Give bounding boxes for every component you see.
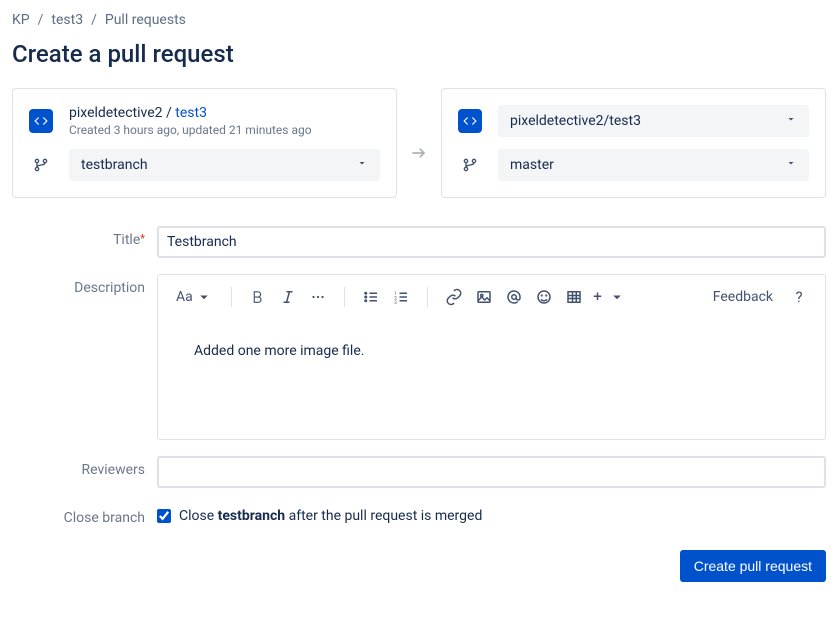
table-button[interactable] [560, 283, 588, 311]
link-button[interactable] [440, 283, 468, 311]
breadcrumb: KP / test3 / Pull requests [12, 12, 826, 28]
chevron-down-icon [785, 157, 797, 173]
breadcrumb-item-prs[interactable]: Pull requests [105, 12, 186, 28]
description-textarea[interactable]: Added one more image file. [158, 319, 825, 439]
bullet-list-button[interactable] [357, 283, 385, 311]
help-button[interactable]: ? [785, 288, 813, 306]
chevron-down-icon [356, 157, 368, 173]
source-branch-select[interactable]: testbranch [69, 149, 380, 181]
number-list-button[interactable]: 123 [387, 283, 415, 311]
reviewers-input[interactable] [157, 456, 826, 488]
reviewers-label: Reviewers [12, 456, 157, 478]
feedback-button[interactable]: Feedback [705, 289, 781, 305]
dest-card: pixeldetective2/test3 master [441, 88, 826, 198]
create-pr-button[interactable]: Create pull request [680, 550, 826, 582]
emoji-button[interactable] [530, 283, 558, 311]
breadcrumb-sep: / [91, 12, 97, 28]
more-formatting-button[interactable] [304, 283, 332, 311]
editor-toolbar: Aa 123 [158, 275, 825, 319]
source-repo-link[interactable]: test3 [175, 105, 207, 121]
source-meta: Created 3 hours ago, updated 21 minutes … [69, 123, 380, 137]
description-label: Description [12, 274, 157, 296]
page-title: Create a pull request [12, 40, 826, 68]
chevron-down-icon [785, 113, 797, 129]
breadcrumb-sep: / [38, 12, 44, 28]
dest-repo-select[interactable]: pixeldetective2/test3 [498, 105, 809, 137]
branch-icon [29, 153, 53, 177]
repo-icon [29, 109, 53, 133]
close-branch-text: Close testbranch after the pull request … [179, 508, 482, 524]
repo-icon [458, 109, 482, 133]
svg-text:3: 3 [394, 300, 397, 306]
source-branch-value: testbranch [81, 157, 148, 173]
source-card: pixeldetective2 / test3 Created 3 hours … [12, 88, 397, 198]
dest-branch-value: master [510, 157, 554, 173]
breadcrumb-item-kp[interactable]: KP [12, 12, 30, 28]
italic-button[interactable] [274, 283, 302, 311]
close-branch-label: Close branch [12, 504, 157, 526]
bold-button[interactable] [244, 283, 272, 311]
source-repo-path: pixeldetective2 / test3 [69, 105, 380, 121]
dest-branch-select[interactable]: master [498, 149, 809, 181]
dest-repo-value: pixeldetective2/test3 [510, 113, 641, 129]
arrow-right-icon [409, 123, 429, 163]
mention-button[interactable] [500, 283, 528, 311]
title-input[interactable] [157, 226, 826, 258]
compare-row: pixeldetective2 / test3 Created 3 hours … [12, 88, 826, 198]
breadcrumb-item-repo[interactable]: test3 [51, 12, 83, 28]
insert-more-button[interactable] [590, 283, 626, 311]
title-label: Title* [12, 226, 157, 248]
description-editor: Aa 123 [157, 274, 826, 440]
text-style-button[interactable]: Aa [170, 283, 219, 311]
close-branch-checkbox[interactable] [157, 509, 171, 523]
source-owner: pixeldetective2 [69, 105, 163, 121]
branch-icon [458, 153, 482, 177]
image-button[interactable] [470, 283, 498, 311]
